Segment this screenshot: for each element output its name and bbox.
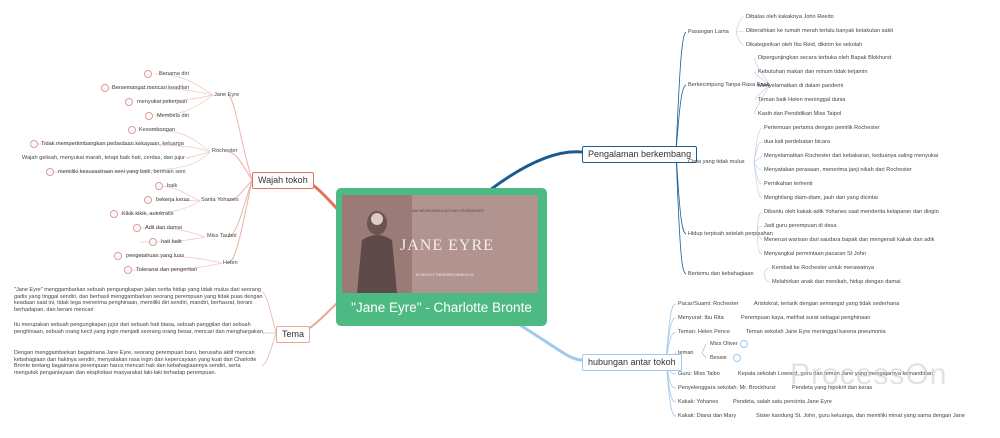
expand-icon[interactable]: - xyxy=(128,126,136,134)
expand-icon[interactable]: - xyxy=(101,84,109,92)
relation-value[interactable]: Perempuan kaya, melihat surat sebagai pe… xyxy=(741,315,870,322)
group-jane-eyre[interactable]: Jane Eyre xyxy=(214,92,239,99)
list-item[interactable]: pengetahuan yang luas xyxy=(126,253,184,260)
expand-icon[interactable]: - xyxy=(46,168,54,176)
list-item[interactable]: Menyangkal permintaan pacaran St John xyxy=(764,251,866,258)
expand-icon[interactable]: - xyxy=(144,196,152,204)
list-item[interactable]: Kesombongan xyxy=(139,127,175,134)
list-item[interactable]: hati baik xyxy=(161,239,182,246)
list-item[interactable]: menyukai pekerjaan xyxy=(137,99,187,106)
list-item[interactable]: Pertemuan pertama dengan pemilik Rochest… xyxy=(764,125,880,132)
relation-sub[interactable]: Miss Oliver xyxy=(710,341,738,348)
relation-value[interactable]: Sister kandung St. John, guru keluarga, … xyxy=(756,413,965,420)
expand-icon[interactable]: - xyxy=(110,210,118,218)
list-item[interactable]: Dipergunjingkan secara terbuka oleh Bapa… xyxy=(758,55,891,62)
relation-value[interactable]: Pendeta, salah satu pencinta Jane Eyre xyxy=(733,399,832,406)
relation-value[interactable]: Teman sekolah Jane Eyre meninggal karena… xyxy=(746,329,886,336)
expand-icon[interactable]: - xyxy=(133,224,141,232)
list-item[interactable]: Kembali ke Rochester untuk merawatnya xyxy=(772,265,874,272)
relation-key[interactable]: Kakak: Yohanes xyxy=(678,399,718,406)
poster-subline: IN SELECT THEATRES MARCH 11 xyxy=(416,273,474,277)
list-item[interactable]: Melahirkan anak dan menikah, hidup denga… xyxy=(772,279,900,286)
list-item[interactable]: Kasih dan Pendidikan Miss Taipol xyxy=(758,111,841,118)
list-item[interactable]: Toleransi dan pengertian xyxy=(136,267,197,274)
relation-sub[interactable]: Bessie xyxy=(710,355,727,362)
list-item[interactable]: Menyelamatkan di dalam pandemi xyxy=(758,83,843,90)
group-santa-yohanes[interactable]: Santa Yohanes xyxy=(201,197,239,204)
poster-credits: MIA WASIKOWSKA MICHAEL FASSBENDER xyxy=(412,209,484,213)
list-item[interactable]: Menyatakan perasaan, menerima janji nika… xyxy=(764,167,912,174)
central-topic[interactable]: MIA WASIKOWSKA MICHAEL FASSBENDER JANE E… xyxy=(336,188,547,326)
tema-paragraph-1[interactable]: "Jane Eyre" menggambarkan sebuah pengung… xyxy=(14,287,264,313)
expand-icon[interactable] xyxy=(740,340,748,348)
list-item[interactable]: Membela diri xyxy=(157,113,189,120)
list-item[interactable]: Kebutuhan makan dan minum tidak terjamin xyxy=(758,69,867,76)
list-item[interactable]: Wajah gelisah, menyukai marah, tetapi ba… xyxy=(22,155,185,162)
relation-key[interactable]: Pacar/Suami: Rochester xyxy=(678,301,739,308)
list-item[interactable]: Dibantu oleh kakak-adik Yohanes saat men… xyxy=(764,209,939,216)
expand-icon[interactable]: - xyxy=(149,238,157,246)
list-item[interactable]: Jadi guru perempuan di desa xyxy=(764,223,836,230)
expand-icon[interactable]: - xyxy=(155,182,163,190)
tema-paragraph-2[interactable]: Itu merupakan sebuah pengungkapan jujur … xyxy=(14,322,264,335)
branch-wajah-tokoh[interactable]: Wajah tokoh xyxy=(252,172,314,189)
group-bertemu[interactable]: Bertemu dan kebahagiaan xyxy=(688,271,754,278)
list-item[interactable]: Benama diri xyxy=(159,71,189,78)
group-pasangan-lama[interactable]: Pasangan Lama xyxy=(688,29,729,36)
list-item[interactable]: Menyelamatkan Rochester dari kebakaran, … xyxy=(764,153,938,160)
group-helen[interactable]: Helen xyxy=(223,260,238,267)
list-item[interactable]: Menerusi warisan dari saudara bapak dan … xyxy=(764,237,934,244)
branch-label: Pengalaman berkembang xyxy=(588,149,692,159)
expand-icon[interactable]: - xyxy=(124,266,132,274)
list-item[interactable]: baik xyxy=(167,183,177,190)
branch-tema[interactable]: Tema xyxy=(276,326,311,343)
poster-title: JANE EYRE xyxy=(400,237,494,254)
relation-key[interactable]: Kakak: Diana dan Mary xyxy=(678,413,736,420)
relation-value[interactable]: Aristokrat, tertarik dengan semangat yan… xyxy=(754,301,899,308)
list-item[interactable]: dua kali perdebatan bicara xyxy=(764,139,830,146)
expand-icon[interactable]: - xyxy=(125,98,133,106)
group-miss-taubol[interactable]: Miss Taubol xyxy=(207,233,236,240)
list-item[interactable]: Dibalas oleh kakaknya John Reedo xyxy=(746,14,834,21)
expand-icon[interactable]: - xyxy=(145,112,153,120)
branch-label: hubungan antar tokoh xyxy=(588,357,676,367)
expand-icon[interactable]: - xyxy=(144,70,152,78)
list-item[interactable]: Menghilang diam-diam, jauh dari yang dic… xyxy=(764,195,878,202)
branch-hubungan-antar-tokoh[interactable]: hubungan antar tokoh xyxy=(582,354,682,371)
branch-pengalaman-berkembang[interactable]: Pengalaman berkembang xyxy=(582,146,698,163)
list-item[interactable]: memiliki kesusastraan seni yang baik, be… xyxy=(58,169,185,176)
list-item[interactable]: Adil dan damai xyxy=(145,225,182,232)
list-item[interactable]: Teman baik Helen meninggal dunia xyxy=(758,97,845,104)
central-topic-title: "Jane Eyre" - Charlotte Bronte xyxy=(351,300,532,315)
group-hidup-terpisah[interactable]: Hidup terpisah setelah perpisahan xyxy=(688,231,773,238)
relation-key[interactable]: Penyelenggara sekolah: Mr. Brockhurst xyxy=(678,385,776,392)
branch-label: Tema xyxy=(282,329,305,339)
processon-watermark: ProcessOn xyxy=(790,358,948,391)
relation-key[interactable]: Menyurat: Ibu Rita xyxy=(678,315,724,322)
movie-poster-image: MIA WASIKOWSKA MICHAEL FASSBENDER JANE E… xyxy=(342,195,538,293)
relation-key[interactable]: Teman: Helen Pence xyxy=(678,329,730,336)
expand-icon[interactable]: - xyxy=(30,140,38,148)
list-item[interactable]: Dikategorikan oleh Ibu Reid, dikirim ke … xyxy=(746,42,862,49)
expand-icon[interactable]: - xyxy=(114,252,122,260)
branch-label: Wajah tokoh xyxy=(258,175,308,185)
group-cinta[interactable]: Cinta yang tidak mulus xyxy=(688,159,745,166)
list-item[interactable]: Dibersihkan ke rumah merah terlalu banya… xyxy=(746,28,893,35)
list-item[interactable]: Kikik kikik, autokratis xyxy=(122,211,174,218)
relation-key[interactable]: Guru: Miss Taibo xyxy=(678,371,720,378)
tema-paragraph-3[interactable]: Dengan menggambarkan bagaimana Jane Eyre… xyxy=(14,350,264,376)
expand-icon[interactable] xyxy=(733,354,741,362)
list-item[interactable]: bekerja keras xyxy=(156,197,190,204)
relation-key[interactable]: teman xyxy=(678,350,694,357)
group-rochester[interactable]: Rochester xyxy=(212,148,238,155)
list-item[interactable]: Bersemangat mencari keadilan xyxy=(112,85,189,92)
list-item[interactable]: Pernikahan terhenti xyxy=(764,181,813,188)
list-item[interactable]: Tidak mempertimbangkan perbedaan kekayaa… xyxy=(41,141,184,148)
